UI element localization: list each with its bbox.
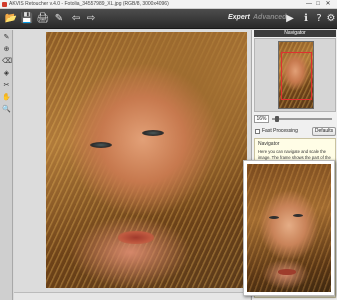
run-icon[interactable]: ▶: [283, 12, 297, 26]
minimize-button[interactable]: —: [305, 1, 313, 8]
fast-processing-label: Fast Processing: [262, 128, 298, 134]
result-preview-card: [243, 160, 335, 296]
title-bar: AKVIS Retoucher v.4.0 - Fotolia_34557989…: [0, 0, 337, 9]
info-icon[interactable]: ℹ: [299, 12, 313, 26]
navigator-thumbnail[interactable]: [278, 41, 314, 109]
maximize-button[interactable]: □: [314, 1, 322, 8]
image-window[interactable]: [14, 30, 250, 300]
settings-icon[interactable]: ⚙: [324, 12, 337, 26]
fast-processing-row: Fast Processing Defaults: [254, 127, 336, 136]
fill-tool-icon[interactable]: ◈: [2, 69, 11, 78]
main-photo[interactable]: [46, 32, 247, 288]
app-logo-icon: [2, 2, 7, 7]
result-photo: [247, 164, 331, 292]
stamp-tool-icon[interactable]: ⊕: [2, 45, 11, 54]
zoom-select[interactable]: 16%: [254, 115, 269, 123]
zoom-slider-handle[interactable]: [275, 116, 279, 122]
zoom-tool-icon[interactable]: 🔍: [2, 105, 11, 114]
help-title: Navigator: [258, 141, 280, 147]
photo-right-eye: [142, 130, 164, 136]
result-left-eye: [269, 216, 279, 219]
photo-left-eye: [90, 142, 112, 148]
fast-processing-checkbox[interactable]: [255, 129, 260, 134]
navigator-frame[interactable]: [281, 52, 312, 100]
navigator-header: Navigator: [254, 30, 336, 37]
navigator-box: [254, 38, 336, 112]
hand-tool-icon[interactable]: ✋: [2, 93, 11, 102]
open-icon[interactable]: 📂: [4, 12, 18, 26]
defaults-button[interactable]: Defaults: [312, 127, 336, 136]
app-window: AKVIS Retoucher v.4.0 - Fotolia_34557989…: [0, 0, 337, 300]
horizontal-scrollbar[interactable]: [14, 292, 250, 300]
brush-tool-icon[interactable]: ✎: [2, 33, 11, 42]
mode-advanced-tab[interactable]: Advanced: [253, 14, 286, 21]
result-lips: [278, 269, 296, 275]
scissors-tool-icon[interactable]: ✂: [2, 81, 11, 90]
window-title: AKVIS Retoucher v.4.0 - Fotolia_34557989…: [9, 1, 169, 7]
tools-palette: ✎ ⊕ ⌫ ◈ ✂ ✋ 🔍: [0, 30, 13, 300]
zoom-controls: 16%: [254, 115, 336, 123]
close-button[interactable]: ✕: [324, 1, 332, 8]
undo-icon[interactable]: ⇦: [69, 12, 83, 26]
toolbar: 📂 💾 🖨 ✎ ⇦ ⇨ Expert Advanced ▶ ℹ ? ⚙: [0, 9, 337, 29]
print-icon[interactable]: 🖨: [36, 12, 50, 26]
photo-lips: [118, 231, 154, 244]
save-icon[interactable]: 💾: [20, 12, 34, 26]
zoom-slider-track[interactable]: [272, 118, 332, 120]
mode-expert-tab[interactable]: Expert: [228, 14, 250, 21]
brush-icon[interactable]: ✎: [52, 12, 66, 26]
redo-icon[interactable]: ⇨: [84, 12, 98, 26]
eraser-tool-icon[interactable]: ⌫: [2, 57, 12, 66]
result-right-eye: [293, 214, 303, 217]
